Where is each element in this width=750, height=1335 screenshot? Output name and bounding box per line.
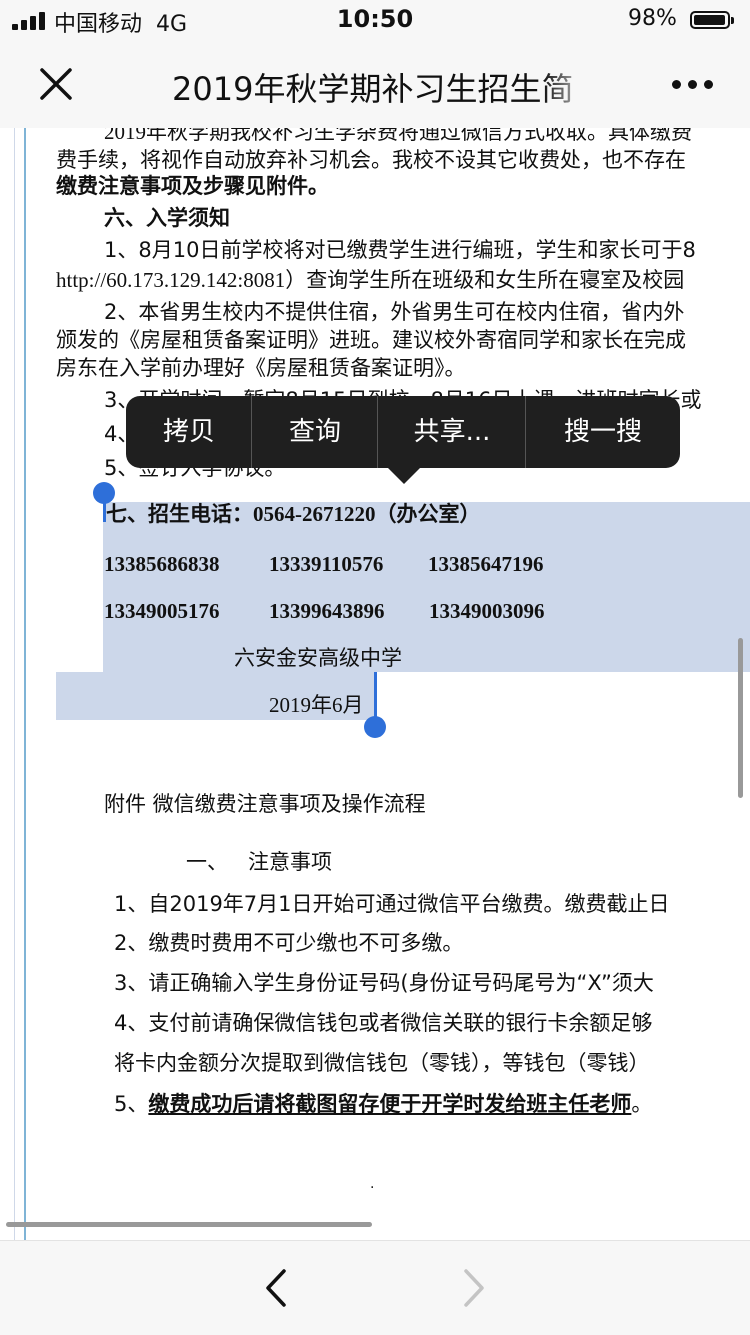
note-line: 1、自2019年7月1日开始可通过微信平台缴费。缴费截止日 [114, 892, 670, 916]
battery-icon [690, 11, 734, 29]
nav-bar: 2019年秋学期补习生招生简 [0, 42, 750, 129]
note-line: 将卡内金额分次提取到微信钱包（零钱），等钱包（零钱） [114, 1051, 650, 1075]
horizontal-scrollbar[interactable] [6, 1222, 372, 1227]
close-icon [40, 68, 72, 100]
note-line: 2、缴费时费用不可少缴也不可多缴。 [114, 931, 464, 955]
doc-line: 房东在入学前办理好《房屋租赁备案证明》。 [56, 356, 466, 380]
doc-line: 颁发的《房屋租赁备案证明》进班。建议校外寄宿同学和家长在完成 [56, 328, 686, 352]
note-line: 5、缴费成功后请将截图留存便于开学时发给班主任老师。 [114, 1092, 653, 1116]
doc-line: 2、本省男生校内不提供住宿，外省男生可在校内住宿，省内外 [104, 300, 685, 324]
phone-number: 13385647196 [428, 552, 544, 576]
section-heading: 一、 注意事项 [186, 850, 333, 874]
text-selection [103, 502, 750, 672]
appendix-title: 附件 微信缴费注意事项及操作流程 [104, 792, 426, 816]
search-menu-item[interactable]: 搜一搜 [526, 396, 680, 468]
forward-button[interactable] [454, 1265, 494, 1311]
note-line: 4、支付前请确保微信钱包或者微信关联的银行卡余额足够 [114, 1011, 653, 1035]
copy-menu-item[interactable]: 拷贝 [126, 396, 252, 468]
context-menu-pointer [386, 466, 422, 484]
selection-end-handle[interactable] [364, 716, 386, 738]
more-icon [672, 80, 681, 89]
phone-number: 13385686838 [104, 552, 220, 576]
selection-start-handle[interactable] [93, 482, 115, 504]
page-margin-line [24, 128, 26, 1240]
note-line: 3、请正确输入学生身份证号码(身份证号码尾号为“X”须大 [114, 971, 654, 995]
battery-percent: 98% [628, 6, 677, 31]
selection-context-menu: 拷贝 查询 共享... 搜一搜 [126, 396, 680, 468]
lookup-menu-item[interactable]: 查询 [252, 396, 378, 468]
chevron-right-icon [464, 1269, 484, 1307]
phone-number: 13349003096 [429, 599, 545, 623]
doc-line: http://60.173.129.142:8081）查询学生所在班级和女生所在… [56, 268, 685, 292]
doc-line: 1、8月10日前学校将对已缴费学生进行编班，学生和家长可于8 [104, 238, 696, 262]
page-title: 2019年秋学期补习生招生简 [172, 70, 574, 108]
school-name: 六安金安高级中学 [234, 646, 402, 670]
document-view[interactable]: 2019年秋学期我校补习生学杂费将通过微信方式收取。具体缴费 费手续，将视作自动… [0, 128, 750, 1240]
share-menu-item[interactable]: 共享... [378, 396, 526, 468]
doc-line: 费手续，将视作自动放弃补习机会。我校不设其它收费处，也不存在 [56, 148, 686, 172]
page-margin-line [14, 128, 15, 1240]
status-bar: 中国移动 4G 10:50 98% [0, 0, 750, 42]
note-emphasis: 缴费成功后请将截图留存便于开学时发给班主任老师 [148, 1092, 632, 1116]
back-button[interactable] [256, 1265, 296, 1311]
more-button[interactable] [672, 80, 716, 92]
vertical-scrollbar[interactable] [738, 638, 743, 798]
doc-line: 2019年秋学期我校补习生学杂费将通过微信方式收取。具体缴费 [104, 128, 692, 144]
doc-date: 2019年6月 [269, 693, 364, 717]
phone-number: 13349005176 [104, 599, 220, 623]
doc-line: 缴费注意事项及步骤见附件。 [56, 174, 329, 198]
close-button[interactable] [36, 64, 78, 106]
phone-number: 13399643896 [269, 599, 385, 623]
bottom-toolbar [0, 1240, 750, 1335]
chevron-left-icon [266, 1269, 286, 1307]
phone-number: 13339110576 [269, 552, 384, 576]
selection-end-handle[interactable] [374, 672, 377, 722]
section-heading: 六、入学须知 [104, 206, 230, 230]
stray-mark: . [370, 1176, 375, 1192]
contact-heading: 七、招生电话：0564-2671220（办公室） [106, 502, 481, 526]
